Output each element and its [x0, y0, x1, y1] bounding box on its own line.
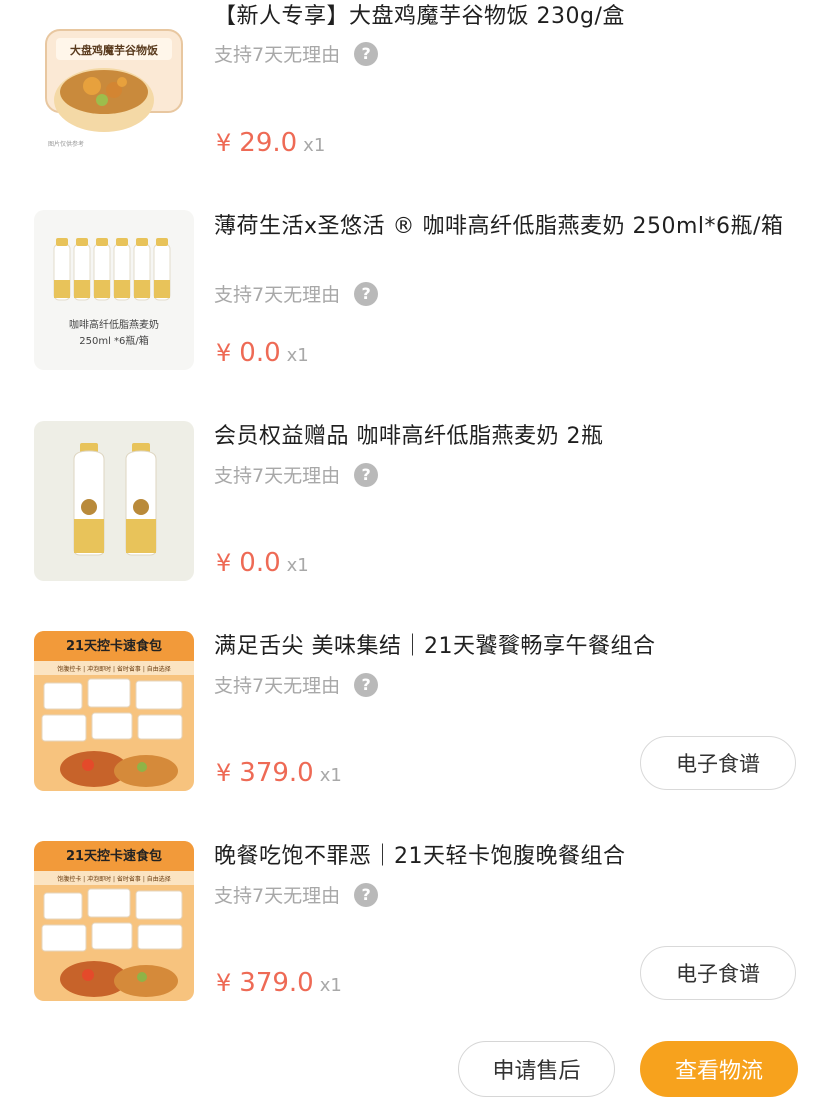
help-question-icon[interactable]: ?	[354, 281, 379, 306]
oat-milk-two-bottles-icon	[34, 421, 194, 581]
oat-milk-six-bottles-icon: 咖啡高纤低脂燕麦奶 250ml *6瓶/箱	[34, 210, 194, 370]
meal-pack-icon: 21天控卡速食包 饱腹控卡 | 冲泡即时 | 省时省事 | 自由选择	[34, 841, 194, 1001]
return-policy: 支持7天无理由 ?	[214, 671, 379, 698]
price-row: ¥ 29.0 x1	[216, 128, 325, 158]
product-image-oat-milk-box[interactable]: 咖啡高纤低脂燕麦奶 250ml *6瓶/箱	[34, 210, 194, 370]
quantity: x1	[319, 765, 342, 786]
quantity: x1	[286, 555, 309, 576]
help-question-icon[interactable]: ?	[354, 41, 379, 66]
help-question-icon[interactable]: ?	[354, 672, 379, 697]
product-image-oat-milk-gift[interactable]	[34, 421, 194, 581]
price-value: 379.0	[239, 968, 314, 998]
price-value: 0.0	[239, 338, 281, 368]
apply-after-sale-button[interactable]: 申请售后	[458, 1041, 615, 1097]
price-row: ¥ 379.0 x1	[216, 758, 342, 788]
e-recipe-button[interactable]: 电子食谱	[640, 946, 796, 1000]
thumb-caption-2: 250ml *6瓶/箱	[79, 334, 149, 347]
view-logistics-button[interactable]: 查看物流	[640, 1041, 798, 1097]
product-title[interactable]: 晚餐吃饱不罪恶｜21天轻卡饱腹晚餐组合	[214, 842, 794, 871]
thumb-caption-2: 饱腹控卡 | 冲泡即时 | 省时省事 | 自由选择	[57, 875, 171, 883]
return-policy: 支持7天无理由 ?	[214, 40, 379, 67]
currency-symbol: ¥	[216, 759, 232, 787]
e-recipe-button[interactable]: 电子食谱	[640, 736, 796, 790]
help-question-icon[interactable]: ?	[354, 462, 379, 487]
price-value: 379.0	[239, 758, 314, 788]
thumb-caption-1: 21天控卡速食包	[66, 638, 162, 654]
product-title[interactable]: 会员权益赠品 咖啡高纤低脂燕麦奶 2瓶	[214, 422, 794, 451]
product-title[interactable]: 【新人专享】大盘鸡魔芋谷物饭 230g/盒	[214, 2, 794, 31]
meal-pack-icon: 21天控卡速食包 饱腹控卡 | 冲泡即时 | 省时省事 | 自由选择	[34, 631, 194, 791]
product-title[interactable]: 满足舌尖 美味集结｜21天饕餮畅享午餐组合	[214, 632, 794, 661]
return-policy-text: 支持7天无理由	[214, 885, 341, 907]
price-row: ¥ 0.0 x1	[216, 338, 309, 368]
product-image-meal-pack[interactable]: 21天控卡速食包 饱腹控卡 | 冲泡即时 | 省时省事 | 自由选择	[34, 631, 194, 791]
product-image-meal-pack[interactable]: 21天控卡速食包 饱腹控卡 | 冲泡即时 | 省时省事 | 自由选择	[34, 841, 194, 1001]
price-row: ¥ 379.0 x1	[216, 968, 342, 998]
thumb-caption-1: 咖啡高纤低脂燕麦奶	[69, 318, 159, 331]
return-policy: 支持7天无理由 ?	[214, 881, 379, 908]
return-policy: 支持7天无理由 ?	[214, 280, 379, 307]
return-policy-text: 支持7天无理由	[214, 284, 341, 306]
product-title[interactable]: 薄荷生活x圣悠活 ® 咖啡高纤低脂燕麦奶 250ml*6瓶/箱	[214, 212, 794, 241]
price-row: ¥ 0.0 x1	[216, 548, 309, 578]
quantity: x1	[303, 135, 326, 156]
quantity: x1	[319, 975, 342, 996]
svg-text:图片仅供参考: 图片仅供参考	[48, 140, 84, 148]
price-value: 29.0	[239, 128, 298, 158]
return-policy-text: 支持7天无理由	[214, 44, 341, 66]
currency-symbol: ¥	[216, 969, 232, 997]
currency-symbol: ¥	[216, 129, 232, 157]
thumb-caption-1: 21天控卡速食包	[66, 848, 162, 864]
product-image-rice-bowl[interactable]: 大盘鸡魔芋谷物饭 图片仅供参考	[34, 0, 194, 160]
return-policy-text: 支持7天无理由	[214, 675, 341, 697]
help-question-icon[interactable]: ?	[354, 882, 379, 907]
thumb-caption-2: 饱腹控卡 | 冲泡即时 | 省时省事 | 自由选择	[57, 665, 171, 673]
currency-symbol: ¥	[216, 339, 232, 367]
return-policy-text: 支持7天无理由	[214, 465, 341, 487]
price-value: 0.0	[239, 548, 281, 578]
rice-bowl-icon: 大盘鸡魔芋谷物饭 图片仅供参考	[34, 0, 194, 160]
return-policy: 支持7天无理由 ?	[214, 461, 379, 488]
thumb-caption: 大盘鸡魔芋谷物饭	[70, 43, 158, 57]
quantity: x1	[286, 345, 309, 366]
currency-symbol: ¥	[216, 549, 232, 577]
